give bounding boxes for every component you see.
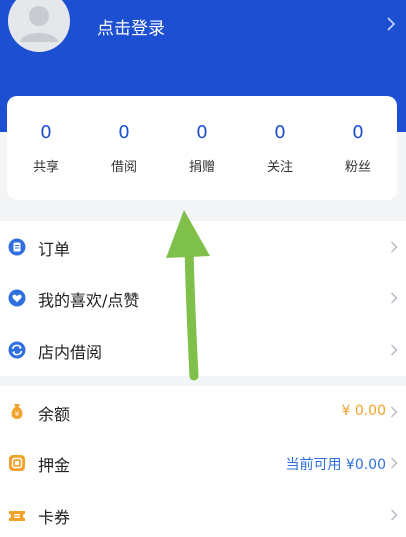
menu-item-label: 余额	[38, 405, 71, 424]
menu-item-orders[interactable]: 订单	[0, 221, 406, 273]
menu-item-balance[interactable]: ¥ 余额 ¥ 0.00	[0, 386, 406, 438]
balance-value: ¥ 0.00	[341, 403, 386, 419]
stat-label: 借阅	[110, 160, 137, 175]
login-link[interactable]: 点击登录	[97, 14, 165, 39]
stat-label: 共享	[32, 160, 59, 175]
menu-section-primary: 订单 我的喜欢/点赞 店内借阅	[0, 221, 406, 376]
stat-value: 0	[40, 122, 52, 143]
chevron-right-icon	[391, 292, 398, 304]
menu-item-label: 押金	[38, 456, 71, 475]
stat-label: 关注	[266, 160, 293, 175]
menu-section-wallet: ¥ 余额 ¥ 0.00 押金 当前可用 ¥0.00 卡券	[0, 386, 406, 537]
menu-item-label: 我的喜欢/点赞	[38, 291, 140, 310]
stat-fans[interactable]: 0 粉丝	[319, 96, 397, 200]
stat-label: 捐赠	[188, 160, 215, 175]
menu-item-coupons[interactable]: 卡券	[0, 489, 406, 537]
ticket-icon	[9, 511, 25, 521]
chevron-right-icon	[391, 457, 398, 469]
chevron-right-icon	[391, 406, 398, 418]
deposit-icon	[9, 455, 25, 471]
chevron-right-icon	[391, 241, 398, 253]
menu-item-label: 订单	[38, 240, 71, 259]
stat-donate[interactable]: 0 捐赠	[163, 96, 241, 200]
stat-borrow[interactable]: 0 借阅	[85, 96, 163, 200]
stat-value: 0	[118, 122, 130, 143]
menu-item-likes[interactable]: 我的喜欢/点赞	[0, 272, 406, 324]
menu-item-in-store-borrow[interactable]: 店内借阅	[0, 324, 406, 376]
money-bag-icon: ¥	[11, 404, 23, 419]
stats-card: 0 共享 0 借阅 0 捐赠 0 关注 0 粉丝	[7, 96, 397, 200]
chevron-right-icon	[391, 344, 398, 356]
chevron-right-icon	[391, 509, 398, 521]
stat-share[interactable]: 0 共享	[7, 96, 85, 200]
stat-follow[interactable]: 0 关注	[241, 96, 319, 200]
user-placeholder-icon	[20, 6, 58, 42]
menu-item-deposit[interactable]: 押金 当前可用 ¥0.00	[0, 437, 406, 489]
menu-item-label: 店内借阅	[38, 343, 103, 362]
borrow-icon	[8, 341, 26, 359]
stat-value: 0	[196, 122, 208, 143]
avatar[interactable]	[8, 0, 70, 52]
order-icon	[8, 238, 26, 256]
svg-text:¥: ¥	[15, 410, 20, 418]
stat-value: 0	[352, 122, 364, 143]
stat-label: 粉丝	[344, 160, 371, 175]
menu-item-label: 卡券	[38, 508, 71, 527]
deposit-value: 当前可用 ¥0.00	[285, 457, 386, 473]
stat-value: 0	[274, 122, 286, 143]
heart-icon	[8, 289, 26, 307]
chevron-right-icon[interactable]	[386, 17, 396, 31]
